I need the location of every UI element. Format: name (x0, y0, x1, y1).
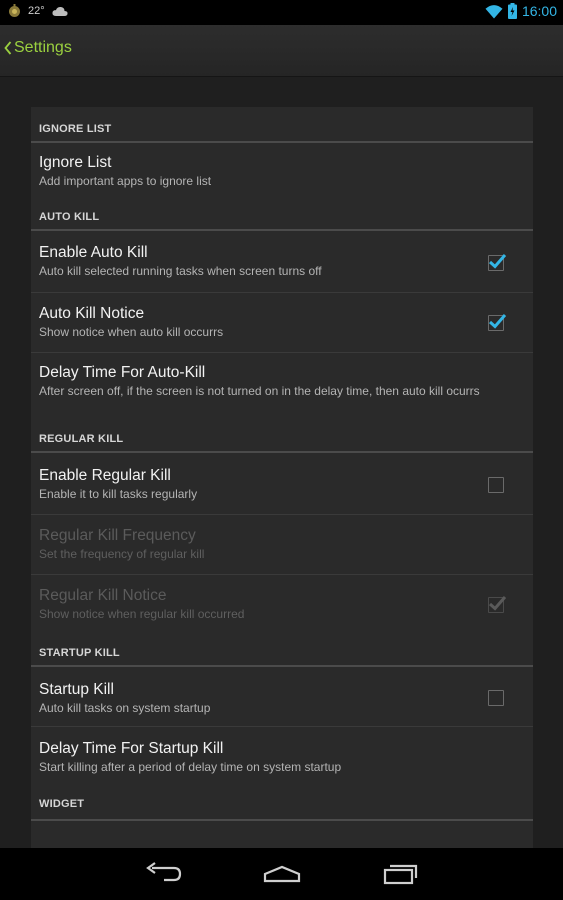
cloud-icon (52, 6, 68, 16)
enable-regular-kill-pref[interactable]: Enable Regular Kill Enable it to kill ta… (31, 453, 533, 515)
pref-title: Delay Time For Auto-Kill (39, 364, 206, 381)
delay-auto-kill-pref[interactable]: Delay Time For Auto-Kill After screen of… (31, 353, 533, 421)
pref-title: Regular Kill Notice (39, 587, 167, 604)
enable-auto-kill-pref[interactable]: Enable Auto Kill Auto kill selected runn… (31, 231, 533, 293)
regular-kill-notice-checkbox[interactable] (488, 596, 507, 613)
home-button[interactable] (262, 860, 302, 893)
battery-icon (507, 3, 517, 19)
pref-summary: Auto kill selected running tasks when sc… (39, 264, 322, 278)
startup-kill-checkbox[interactable] (488, 690, 504, 706)
category-auto-kill: AUTO KILL (31, 197, 533, 231)
pref-title: Delay Time For Startup Kill (39, 740, 224, 757)
pref-summary: Set the frequency of regular kill (39, 547, 205, 561)
pref-title: Enable Regular Kill (39, 467, 171, 484)
enable-regular-kill-checkbox[interactable] (488, 477, 504, 493)
navigation-bar (0, 848, 563, 900)
status-bar: 22° 16:00 (0, 0, 563, 25)
status-bar-left: 22° (8, 4, 68, 18)
app-notification-icon (9, 4, 20, 17)
delay-startup-kill-pref[interactable]: Delay Time For Startup Kill Start killin… (31, 727, 533, 789)
category-regular-kill: REGULAR KILL (31, 421, 533, 453)
clock-text: 16:00 (521, 3, 557, 19)
pref-summary: Show notice when auto kill occurrs (39, 325, 224, 339)
wifi-icon (485, 4, 503, 19)
category-startup-kill: STARTUP KILL (31, 635, 533, 667)
pref-summary: Add important apps to ignore list (39, 174, 212, 188)
pref-summary: Show notice when regular kill occurred (39, 607, 245, 621)
back-icon (146, 862, 182, 882)
status-bar-right: 16:00 (485, 3, 557, 19)
pref-summary: Start killing after a period of delay ti… (39, 760, 342, 774)
category-widget: WIDGET (31, 789, 533, 821)
enable-auto-kill-checkbox[interactable] (488, 254, 507, 271)
ignore-list-pref[interactable]: Ignore List Add important apps to ignore… (31, 143, 533, 197)
page-title: Settings (14, 39, 72, 56)
pref-title: Regular Kill Frequency (39, 527, 196, 544)
pref-summary: Auto kill tasks on system startup (39, 701, 211, 715)
regular-kill-notice-pref[interactable]: Regular Kill Notice Show notice when reg… (31, 575, 533, 635)
action-bar: Settings (0, 25, 563, 77)
settings-content[interactable]: IGNORE LIST Ignore List Add important ap… (0, 77, 563, 848)
chevron-left-icon (4, 41, 12, 55)
back-button[interactable] (140, 860, 184, 893)
up-navigation-button[interactable]: Settings (4, 39, 72, 57)
pref-summary: After screen off, if the screen is not t… (39, 384, 480, 398)
settings-panel: IGNORE LIST Ignore List Add important ap… (31, 107, 533, 848)
auto-kill-notice-checkbox[interactable] (488, 314, 507, 331)
checkmark-icon (488, 254, 507, 269)
pref-title: Auto Kill Notice (39, 305, 145, 322)
checkmark-icon (488, 596, 507, 611)
startup-kill-pref[interactable]: Startup Kill Auto kill tasks on system s… (31, 667, 533, 727)
regular-kill-frequency-pref[interactable]: Regular Kill Frequency Set the frequency… (31, 515, 533, 575)
pref-summary: Enable it to kill tasks regularly (39, 487, 198, 501)
recent-apps-button[interactable] (382, 860, 420, 893)
checkmark-icon (488, 314, 507, 329)
temperature-text: 22° (28, 5, 45, 17)
pref-title: Enable Auto Kill (39, 244, 148, 261)
category-ignore-list: IGNORE LIST (31, 107, 533, 143)
recent-apps-icon (383, 864, 418, 885)
pref-title: Ignore List (39, 154, 112, 171)
home-icon (263, 865, 301, 883)
auto-kill-notice-pref[interactable]: Auto Kill Notice Show notice when auto k… (31, 293, 533, 353)
pref-title: Startup Kill (39, 681, 114, 698)
